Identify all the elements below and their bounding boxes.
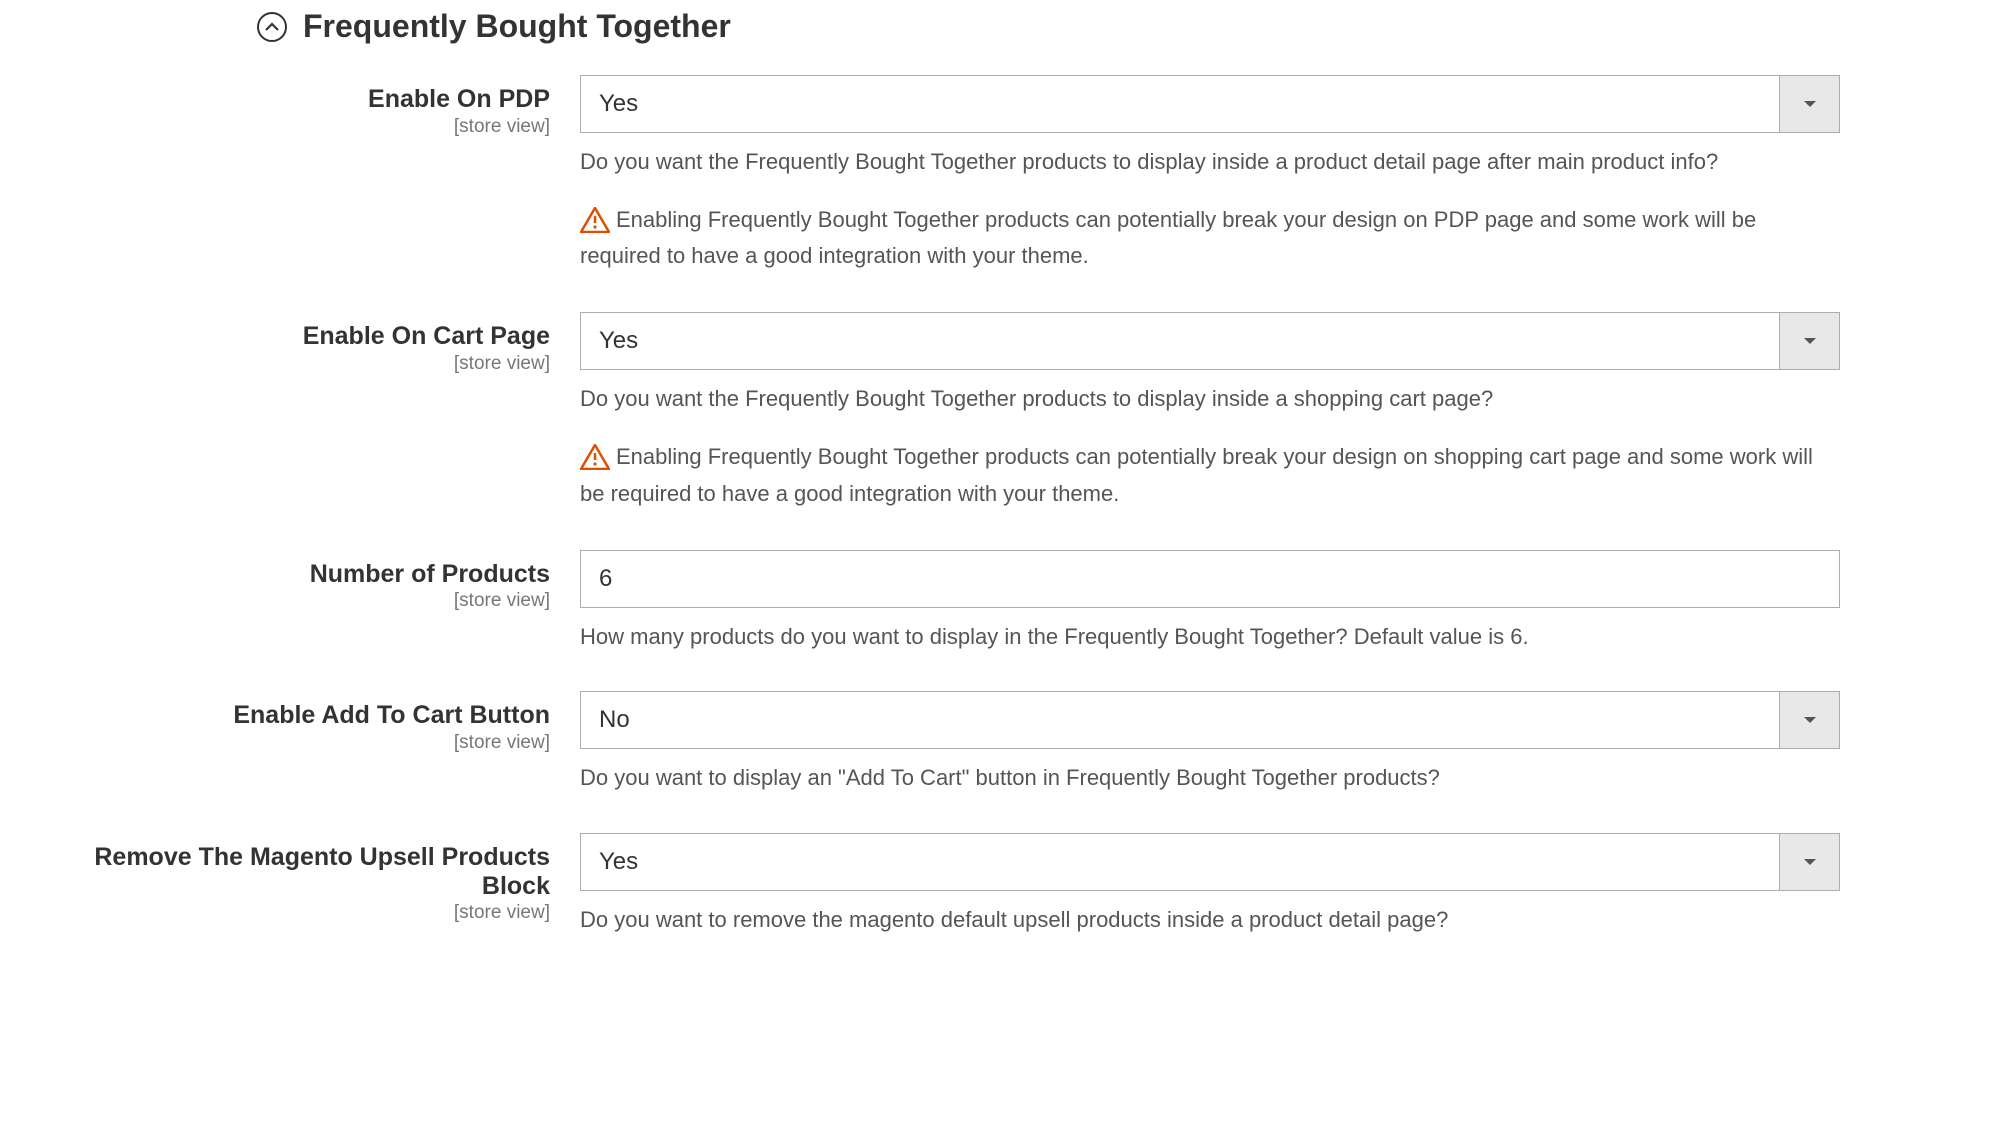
field-label-col: Enable On PDP [store view] <box>40 75 580 272</box>
select-value: No <box>581 692 1779 748</box>
section-header[interactable]: Frequently Bought Together <box>40 0 1959 75</box>
field-label: Enable On PDP <box>40 85 550 114</box>
field-control-col: Yes Do you want the Frequently Bought To… <box>580 312 1840 509</box>
remove-upsell-select[interactable]: Yes <box>580 833 1840 891</box>
field-help: Do you want to remove the magento defaul… <box>580 905 1840 935</box>
field-warning: Enabling Frequently Bought Together prod… <box>580 205 1840 273</box>
section-title: Frequently Bought Together <box>303 8 731 45</box>
select-value: Yes <box>581 834 1779 890</box>
field-scope: [store view] <box>40 732 550 754</box>
field-label: Enable Add To Cart Button <box>40 701 550 730</box>
field-help: Do you want to display an "Add To Cart" … <box>580 763 1840 793</box>
field-label: Number of Products <box>40 560 550 589</box>
field-label-col: Number of Products [store view] <box>40 550 580 652</box>
warning-text: Enabling Frequently Bought Together prod… <box>580 444 1813 506</box>
enable-cart-select[interactable]: Yes <box>580 312 1840 370</box>
field-scope: [store view] <box>40 353 550 375</box>
field-row-enable-add-to-cart: Enable Add To Cart Button [store view] N… <box>40 691 1959 793</box>
field-label-col: Enable Add To Cart Button [store view] <box>40 691 580 793</box>
enable-pdp-select[interactable]: Yes <box>580 75 1840 133</box>
field-control-col: Yes Do you want the Frequently Bought To… <box>580 75 1840 272</box>
chevron-down-icon <box>1779 834 1839 890</box>
select-value: Yes <box>581 313 1779 369</box>
select-value: Yes <box>581 76 1779 132</box>
enable-add-to-cart-select[interactable]: No <box>580 691 1840 749</box>
field-label: Enable On Cart Page <box>40 322 550 351</box>
field-row-enable-cart: Enable On Cart Page [store view] Yes Do … <box>40 312 1959 509</box>
field-control-col: No Do you want to display an "Add To Car… <box>580 691 1840 793</box>
warning-text: Enabling Frequently Bought Together prod… <box>580 207 1756 269</box>
field-label-col: Enable On Cart Page [store view] <box>40 312 580 509</box>
field-warning: Enabling Frequently Bought Together prod… <box>580 442 1840 510</box>
field-help: Do you want the Frequently Bought Togeth… <box>580 147 1840 177</box>
warning-triangle-icon <box>580 444 610 479</box>
warning-triangle-icon <box>580 207 610 242</box>
chevron-down-icon <box>1779 692 1839 748</box>
field-control-col: Yes Do you want to remove the magento de… <box>580 833 1840 935</box>
field-row-num-products: Number of Products [store view] How many… <box>40 550 1959 652</box>
field-scope: [store view] <box>40 590 550 612</box>
field-row-remove-upsell: Remove The Magento Upsell Products Block… <box>40 833 1959 935</box>
field-label: Remove The Magento Upsell Products Block <box>40 843 550 901</box>
field-label-col: Remove The Magento Upsell Products Block… <box>40 833 580 935</box>
chevron-down-icon <box>1779 76 1839 132</box>
config-section: Frequently Bought Together Enable On PDP… <box>0 0 1999 935</box>
field-scope: [store view] <box>40 902 550 924</box>
chevron-down-icon <box>1779 313 1839 369</box>
num-products-input[interactable] <box>580 550 1840 608</box>
field-row-enable-pdp: Enable On PDP [store view] Yes Do you wa… <box>40 75 1959 272</box>
field-control-col: How many products do you want to display… <box>580 550 1840 652</box>
chevron-up-icon <box>257 12 287 42</box>
field-scope: [store view] <box>40 116 550 138</box>
field-help: How many products do you want to display… <box>580 622 1840 652</box>
field-help: Do you want the Frequently Bought Togeth… <box>580 384 1840 414</box>
